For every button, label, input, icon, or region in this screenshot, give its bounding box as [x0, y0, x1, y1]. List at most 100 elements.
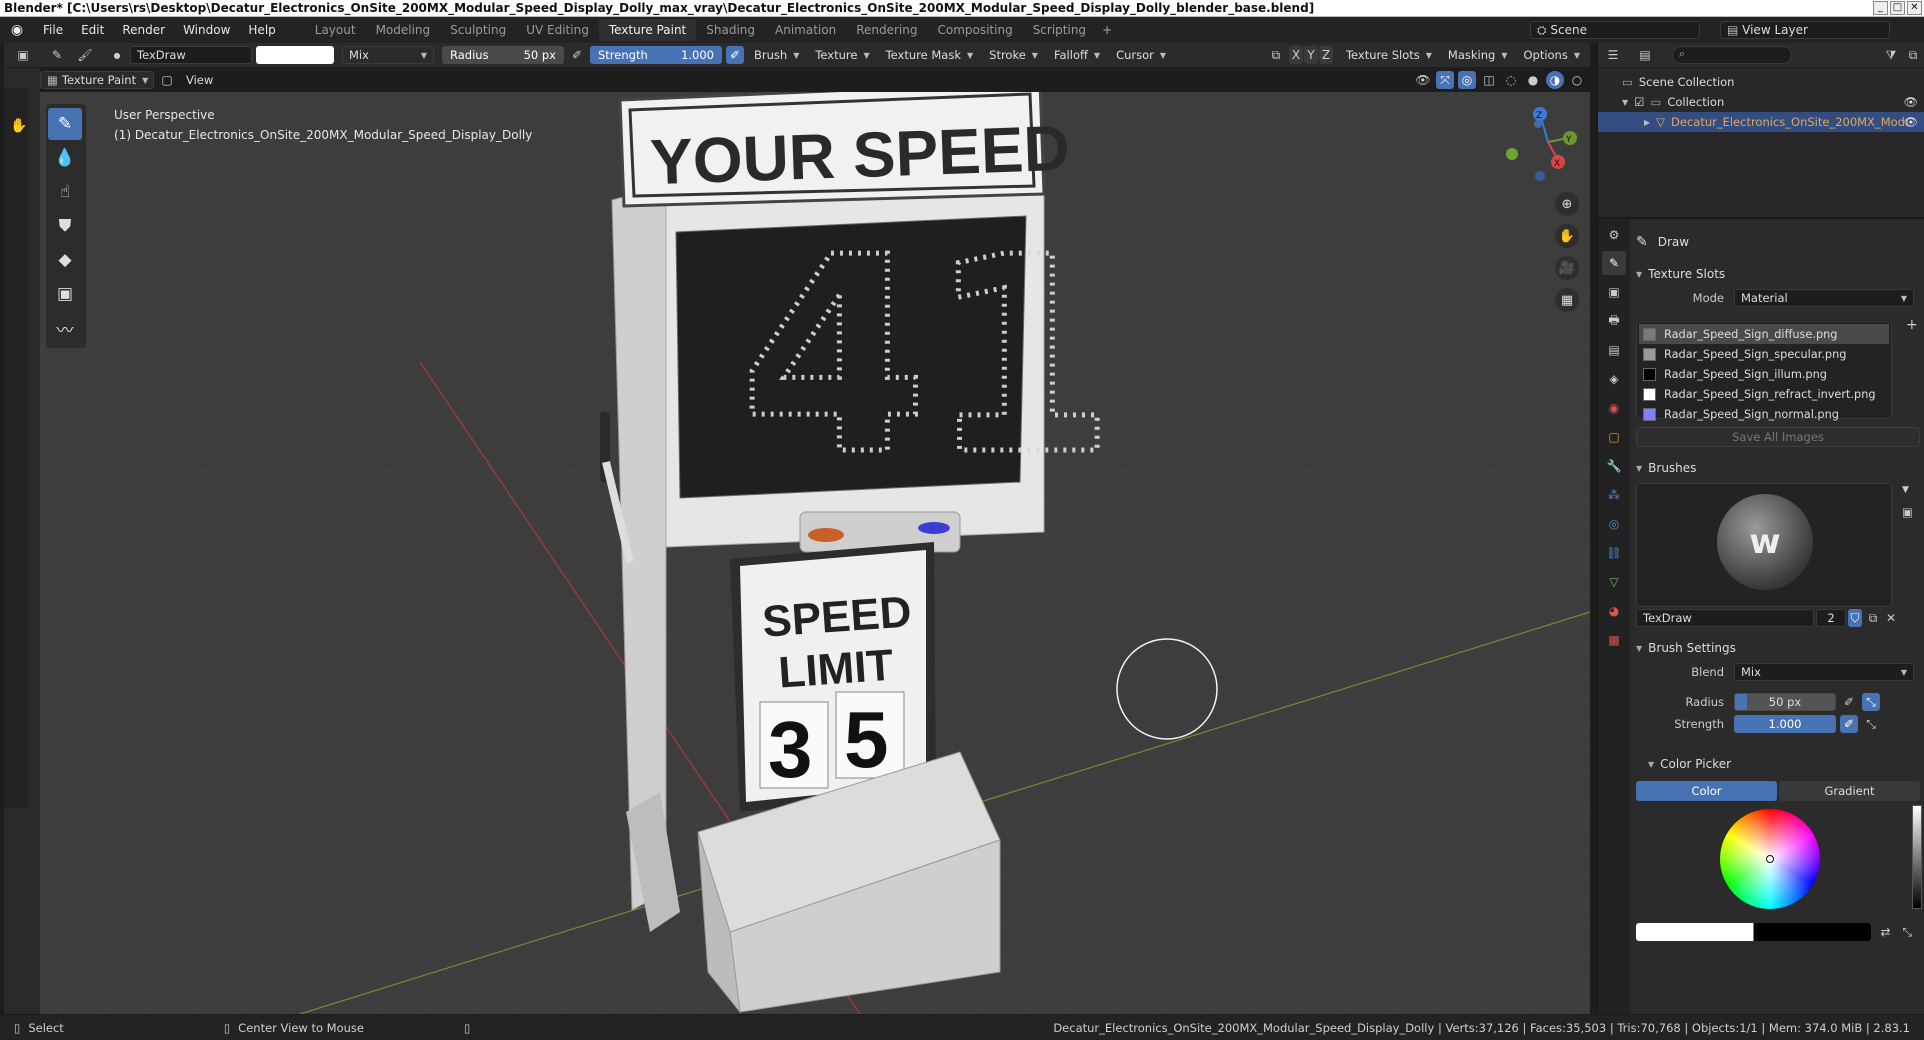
- draw-tool-button[interactable]: ✎: [48, 108, 82, 140]
- maximize-button[interactable]: □: [1890, 1, 1905, 15]
- outliner-collection[interactable]: ▼ ☑ ▭ Collection 👁: [1598, 92, 1924, 112]
- texture-tab-icon[interactable]: ▩: [1602, 628, 1626, 652]
- object-eye-icon[interactable]: 👁: [1903, 115, 1918, 129]
- workspace-tab-shading[interactable]: Shading: [696, 19, 765, 41]
- properties-editor-icon[interactable]: ⚙: [1602, 223, 1626, 247]
- mode-dropdown-field[interactable]: Material ▼: [1734, 289, 1914, 307]
- color-swatch[interactable]: [256, 46, 334, 64]
- color-wheel-cursor[interactable]: [1766, 855, 1774, 863]
- menu-stroke[interactable]: Stroke ▼: [983, 46, 1044, 64]
- texture-slots-header[interactable]: ▼ Texture Slots: [1636, 263, 1920, 285]
- workspace-tab-scripting[interactable]: Scripting: [1023, 19, 1096, 41]
- unified-color-icon[interactable]: ⤡: [1898, 923, 1916, 941]
- world-tab-icon[interactable]: ◉: [1602, 396, 1626, 420]
- blend-dropdown[interactable]: Mix ▼: [342, 46, 434, 64]
- add-slot-icon[interactable]: +: [1906, 317, 1918, 419]
- view-layer-tab-icon[interactable]: ▤: [1602, 338, 1626, 362]
- collection-checkbox-icon[interactable]: ☑: [1634, 95, 1644, 109]
- tool-tab-icon[interactable]: ✎: [1602, 251, 1626, 275]
- gizmo-icon[interactable]: ⤧: [1436, 71, 1454, 89]
- workspace-tab-animation[interactable]: Animation: [765, 19, 846, 41]
- value-slider[interactable]: [1912, 805, 1922, 909]
- outliner-search[interactable]: ⌕: [1672, 46, 1792, 64]
- modifier-tab-icon[interactable]: 🔧: [1602, 454, 1626, 478]
- menu-file[interactable]: File: [34, 23, 72, 37]
- brushes-header[interactable]: ▼ Brushes: [1636, 457, 1920, 479]
- workspace-tab-modeling[interactable]: Modeling: [366, 19, 441, 41]
- texture-slot-item[interactable]: Radar_Speed_Sign_normal.png: [1639, 404, 1889, 424]
- outliner-object[interactable]: ▶ ▽ Decatur_Electronics_OnSite_200MX_Mod…: [1598, 112, 1924, 132]
- render-tab-icon[interactable]: ▣: [1602, 280, 1626, 304]
- view-layer-selector[interactable]: ▤ View Layer: [1720, 21, 1890, 39]
- menu-texture-slots[interactable]: Texture Slots ▼: [1340, 46, 1438, 64]
- hand-tool-icon[interactable]: ✋: [10, 118, 27, 134]
- rendered-shading-icon[interactable]: ○: [1568, 71, 1586, 89]
- menu-cursor[interactable]: Cursor ▼: [1110, 46, 1172, 64]
- filter-icon[interactable]: ⧩: [1882, 46, 1900, 64]
- save-all-images-button[interactable]: Save All Images: [1636, 427, 1920, 447]
- menu-edit[interactable]: Edit: [72, 23, 113, 37]
- clone-tool-button[interactable]: ⛊: [48, 210, 82, 242]
- menu-masking[interactable]: Masking ▼: [1442, 46, 1514, 64]
- camera-icon[interactable]: 🎥: [1555, 256, 1579, 280]
- paint-mask-icon[interactable]: ▢: [158, 71, 176, 89]
- blender-logo-icon[interactable]: ◉: [6, 22, 28, 38]
- xray-icon[interactable]: ◫: [1480, 71, 1498, 89]
- strength-unified-icon[interactable]: ⤡: [1862, 715, 1880, 733]
- menu-options[interactable]: Options ▼: [1517, 46, 1586, 64]
- workspace-tab-layout[interactable]: Layout: [305, 19, 366, 41]
- menu-render[interactable]: Render: [113, 23, 174, 37]
- scene-selector[interactable]: ⛭ Scene: [1530, 21, 1700, 39]
- brush-expand-icon[interactable]: ▼: [1902, 485, 1913, 495]
- expand-object-icon[interactable]: ▶: [1644, 118, 1650, 127]
- fake-user-icon[interactable]: ⛉: [1848, 609, 1862, 627]
- brush-settings-header[interactable]: ▼ Brush Settings: [1636, 637, 1920, 659]
- texture-slot-item[interactable]: Radar_Speed_Sign_illum.png: [1639, 364, 1889, 384]
- overlay-icon[interactable]: ◎: [1458, 71, 1476, 89]
- visibility-icon[interactable]: 👁: [1414, 71, 1432, 89]
- mode-dropdown[interactable]: ▦ Texture Paint ▼: [40, 71, 154, 89]
- brush-preview-box[interactable]: ᴡ: [1636, 483, 1892, 607]
- swap-colors-icon[interactable]: ⇄: [1877, 923, 1895, 941]
- physics-tab-icon[interactable]: ◎: [1602, 512, 1626, 536]
- menu-brush[interactable]: Brush ▼: [748, 46, 805, 64]
- strength-pressure-icon[interactable]: ✐: [1840, 715, 1858, 733]
- duplicate-brush-icon[interactable]: ⧉: [1866, 609, 1880, 627]
- menu-help[interactable]: Help: [239, 23, 284, 37]
- data-tab-icon[interactable]: ▽: [1602, 570, 1626, 594]
- editor-type-icon[interactable]: ▣: [14, 46, 32, 64]
- menu-falloff[interactable]: Falloff ▼: [1048, 46, 1106, 64]
- workspace-tab-texture-paint[interactable]: Texture Paint: [598, 19, 697, 41]
- color-swatch-field[interactable]: [1636, 923, 1871, 941]
- ortho-grid-icon[interactable]: ▦: [1555, 288, 1579, 312]
- wireframe-shading-icon[interactable]: ◌: [1502, 71, 1520, 89]
- object-tab-icon[interactable]: ▢: [1602, 425, 1626, 449]
- brush-users-count[interactable]: 2: [1816, 609, 1846, 627]
- strength-slider[interactable]: Strength 1.000: [590, 46, 722, 64]
- new-collection-icon[interactable]: ⧉: [1904, 46, 1922, 64]
- zoom-icon[interactable]: ⊕: [1555, 192, 1579, 216]
- brush-icon[interactable]: 🖌: [76, 46, 94, 64]
- workspace-tab-uv-editing[interactable]: UV Editing: [516, 19, 599, 41]
- radius-slider-field[interactable]: 50 px: [1734, 693, 1836, 711]
- gradient-tab[interactable]: Gradient: [1779, 781, 1920, 801]
- material-shading-icon[interactable]: ◑: [1546, 71, 1564, 89]
- collection-eye-icon[interactable]: 👁: [1903, 95, 1918, 109]
- output-tab-icon[interactable]: 🖶: [1602, 309, 1626, 333]
- radius-unit-icon[interactable]: ⤡: [1862, 693, 1880, 711]
- workspace-tab-rendering[interactable]: Rendering: [846, 19, 927, 41]
- brush-name-field[interactable]: TexDraw: [130, 46, 252, 64]
- outliner-scene-collection[interactable]: ▭ Scene Collection: [1598, 72, 1924, 92]
- menu-texture-mask[interactable]: Texture Mask ▼: [880, 46, 980, 64]
- color-tab[interactable]: Color: [1636, 781, 1777, 801]
- mirror-z-toggle[interactable]: Z: [1318, 46, 1333, 64]
- workspace-tab-compositing[interactable]: Compositing: [927, 19, 1022, 41]
- scene-tab-icon[interactable]: ◈: [1602, 367, 1626, 391]
- solid-shading-icon[interactable]: ●: [1524, 71, 1542, 89]
- add-workspace-icon[interactable]: +: [1096, 19, 1118, 41]
- constraints-tab-icon[interactable]: ⛓: [1602, 541, 1626, 565]
- color-picker-header[interactable]: ▼ Color Picker: [1636, 753, 1920, 775]
- strength-pressure-icon[interactable]: ✐: [726, 46, 744, 64]
- mirror-y-toggle[interactable]: Y: [1303, 46, 1318, 64]
- texture-slot-item[interactable]: Radar_Speed_Sign_specular.png: [1639, 344, 1889, 364]
